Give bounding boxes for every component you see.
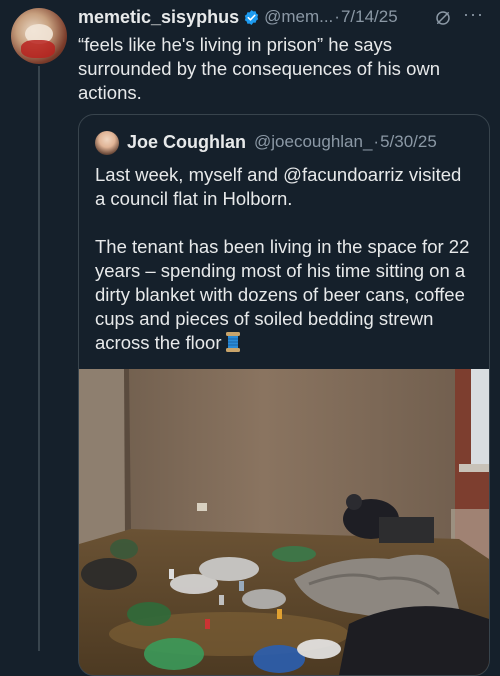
quoted-date[interactable]: 5/30/25 xyxy=(380,132,437,152)
author-handle[interactable]: @mem... xyxy=(264,7,333,27)
quoted-author-name[interactable]: Joe Coughlan xyxy=(127,132,246,153)
quoted-paragraph-2: The tenant has been living in the space … xyxy=(95,235,475,355)
quoted-avatar[interactable] xyxy=(95,131,119,155)
attached-photo[interactable] xyxy=(79,369,489,675)
tweet-header: memetic_sisyphus @mem... · 7/14/25 ··· xyxy=(78,4,490,28)
quoted-text: Last week, myself and @facundoarriz visi… xyxy=(95,163,475,355)
spool-of-thread-icon xyxy=(226,332,241,352)
quoted-paragraph-2-text: The tenant has been living in the space … xyxy=(95,236,470,353)
thread-line xyxy=(38,66,40,651)
verified-badge-icon xyxy=(244,9,259,25)
avatar[interactable] xyxy=(11,8,67,64)
quoted-author-handle[interactable]: @joecoughlan_ xyxy=(254,132,372,152)
tweet-date[interactable]: 7/14/25 xyxy=(341,7,398,27)
more-options-icon[interactable]: ··· xyxy=(463,4,484,25)
quoted-tweet[interactable]: Joe Coughlan @joecoughlan_ · 5/30/25 Las… xyxy=(78,114,490,676)
grok-icon[interactable] xyxy=(434,9,452,27)
tweet-text: “feels like he's living in prison” he sa… xyxy=(78,34,441,103)
quoted-paragraph-1: Last week, myself and @facundoarriz visi… xyxy=(95,164,462,209)
room-photo-illustration xyxy=(79,369,489,675)
author-name[interactable]: memetic_sisyphus xyxy=(78,7,239,28)
quoted-separator-dot: · xyxy=(373,132,380,151)
quoted-header: Joe Coughlan @joecoughlan_ · 5/30/25 xyxy=(127,129,479,155)
separator-dot: · xyxy=(334,7,340,26)
